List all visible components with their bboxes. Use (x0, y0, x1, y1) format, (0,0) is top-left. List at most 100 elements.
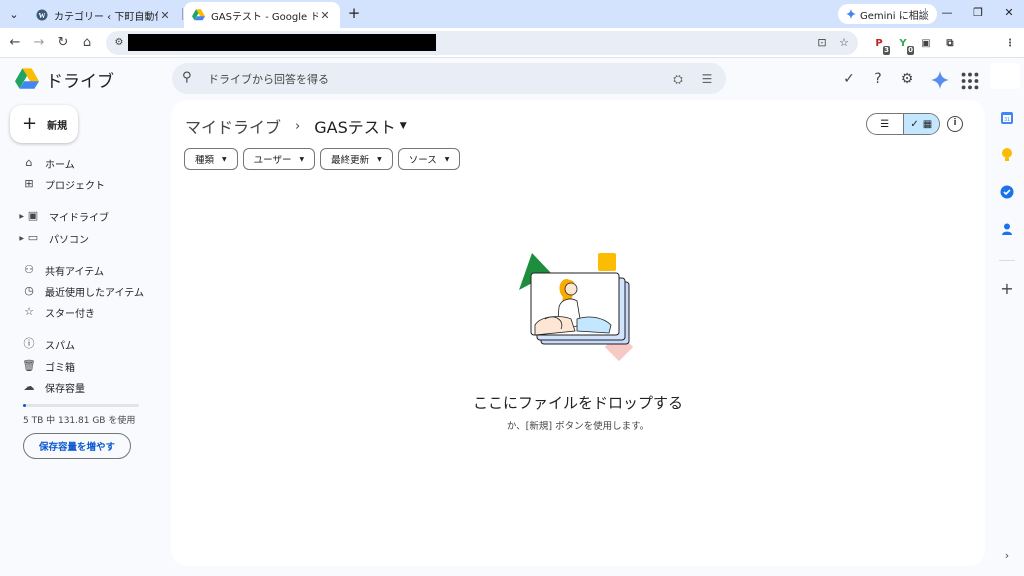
drive-logo-icon[interactable] (15, 68, 39, 90)
trash-icon: 🗑 (22, 359, 36, 372)
new-button-label: 新規 (47, 120, 68, 132)
extension-y-icon[interactable]: Y0 (895, 36, 914, 55)
gemini-sparkle-icon[interactable] (931, 71, 949, 89)
forward-icon[interactable]: → (29, 33, 49, 53)
sidebar-item-computers[interactable]: ▶ ▭ パソコン (0, 228, 168, 248)
filter-type[interactable]: 種類 ▼ (184, 148, 238, 170)
chevron-down-icon: ▼ (377, 155, 382, 163)
sidebar-item-label: パソコン (49, 234, 89, 246)
site-info-icon[interactable]: ⚙ (112, 36, 126, 50)
search-spark-icon: ⚲ (182, 70, 192, 85)
search-bar[interactable]: ⚲ ドライブから回答を得る ⛭ ☰ (172, 63, 726, 94)
list-view-button[interactable]: ☰ (867, 114, 903, 134)
filter-modified[interactable]: 最終更新 ▼ (320, 148, 393, 170)
checkmark-icon: ✓ (910, 118, 919, 130)
chevron-down-icon: ▼ (299, 155, 305, 163)
sidebar-item-my-drive[interactable]: ▶ ▣ マイドライブ (0, 206, 168, 226)
apps-grid-icon[interactable] (961, 72, 979, 90)
sidebar-item-label: スター付き (45, 308, 95, 320)
close-icon[interactable]: ✕ (318, 9, 332, 22)
breadcrumb: マイドライブ › GASテスト ▼ (185, 114, 407, 138)
wordpress-icon: W (36, 9, 48, 21)
new-button[interactable]: + 新規 (10, 105, 78, 143)
shared-icon: ⚇ (24, 263, 34, 276)
address-bar[interactable]: ⚙ ⊡ ☆ (106, 31, 858, 55)
filter-source[interactable]: ソース ▼ (397, 148, 461, 170)
spam-icon: ⓘ (23, 337, 35, 350)
help-icon[interactable]: ? (869, 70, 887, 88)
chip-label: ソース (408, 155, 437, 166)
settings-gear-icon[interactable]: ⚙ (898, 70, 916, 88)
tab-title: カテゴリー ‹ 下町自動化 — WordPress (54, 11, 158, 23)
home-icon[interactable]: ⌂ (77, 33, 97, 53)
sidebar-item-trash[interactable]: 🗑 ゴミ箱 (0, 356, 168, 376)
plus-icon: + (22, 113, 38, 134)
search-options-icon[interactable]: ⛭ (670, 71, 686, 87)
breadcrumb-root[interactable]: マイドライブ (185, 114, 281, 138)
new-tab-button[interactable]: + (344, 4, 364, 24)
contacts-icon[interactable] (999, 221, 1015, 237)
app-title[interactable]: ドライブ (46, 67, 114, 92)
browser-tab-drive[interactable]: GASテスト - Google ドライブ ✕ (184, 2, 340, 28)
chip-label: 種類 (195, 155, 215, 166)
extension-chat-icon[interactable]: ▣ (918, 36, 934, 52)
sidebar-item-shared[interactable]: ⚇ 共有アイテム (0, 260, 168, 280)
reload-icon[interactable]: ↻ (53, 33, 73, 53)
bookmark-star-icon[interactable]: ☆ (836, 35, 852, 51)
restore-button[interactable]: ❐ (967, 3, 989, 23)
offline-ready-icon[interactable]: ✓ (840, 70, 858, 88)
install-app-icon[interactable]: ⊡ (814, 35, 830, 51)
sidebar-item-projects[interactable]: ⊞ プロジェクト (0, 174, 168, 194)
sidebar-item-label: 保存容量 (45, 383, 85, 395)
get-more-storage-button[interactable]: 保存容量を増やす (23, 433, 131, 459)
tab-divider (182, 8, 183, 20)
search-input[interactable]: ドライブから回答を得る (208, 71, 329, 87)
sidebar-item-home[interactable]: ⌂ ホーム (0, 153, 168, 173)
minimize-button[interactable]: — (936, 3, 958, 23)
gemini-button[interactable]: Gemini に相談 (838, 4, 937, 24)
chevron-down-icon: ▼ (222, 155, 227, 163)
sidebar-item-recent[interactable]: ◷ 最近使用したアイテム (0, 281, 168, 301)
svg-text:31: 31 (1004, 117, 1010, 123)
filter-people[interactable]: ユーザー ▼ (242, 148, 316, 170)
filter-options-icon[interactable]: ☰ (699, 71, 715, 87)
browser-toolbar: ← → ↻ ⌂ ⚙ ⊡ ☆ P3 Y0 ▣ ⧉ ⋮ (0, 28, 1024, 58)
add-addon-icon[interactable]: + (999, 281, 1015, 297)
back-icon[interactable]: ← (5, 33, 25, 53)
sidebar-item-spam[interactable]: ⓘ スパム (0, 334, 168, 354)
side-panel-header (990, 63, 1020, 89)
list-icon: ☰ (880, 118, 890, 130)
tab-search-button[interactable]: ⌄ (4, 4, 24, 24)
computers-icon: ▭ (27, 231, 39, 244)
details-info-icon[interactable]: i (947, 116, 963, 132)
extension-p-icon[interactable]: P3 (871, 36, 890, 55)
chevron-down-icon: ▼ (399, 121, 407, 131)
chip-label: 最終更新 (331, 155, 370, 166)
browser-tab-wordpress[interactable]: W カテゴリー ‹ 下町自動化 — WordPress ✕ (28, 2, 180, 28)
view-toggle: ☰ ✓ ▦ (866, 113, 940, 135)
breadcrumb-current-folder[interactable]: GASテスト ▼ (314, 114, 406, 138)
expand-caret-icon[interactable]: ▶ (14, 235, 24, 242)
sidebar-item-label: ゴミ箱 (45, 362, 75, 374)
grid-view-button[interactable]: ✓ ▦ (902, 114, 939, 134)
keep-icon[interactable] (999, 147, 1015, 163)
empty-state-title: ここにファイルをドロップする (472, 394, 683, 412)
sidebar-item-label: 共有アイテム (45, 266, 104, 278)
sidebar-item-label: プロジェクト (45, 180, 105, 192)
chevron-right-icon: › (295, 118, 301, 134)
url-text[interactable] (128, 34, 436, 51)
sidebar-item-starred[interactable]: ☆ スター付き (0, 302, 168, 322)
expand-caret-icon[interactable]: ▶ (14, 213, 24, 220)
sidebar-item-storage[interactable]: ☁ 保存容量 (0, 377, 168, 397)
chevron-down-icon: ▼ (444, 155, 450, 163)
close-icon[interactable]: ✕ (158, 9, 172, 22)
extensions-puzzle-icon[interactable]: ⧉ (942, 36, 958, 52)
tasks-icon[interactable] (999, 184, 1015, 200)
sidebar-item-label: ホーム (45, 159, 75, 171)
chevron-right-icon[interactable]: › (999, 548, 1015, 564)
calendar-icon[interactable]: 31 (999, 110, 1015, 126)
cloud-icon: ☁ (23, 380, 35, 393)
close-window-button[interactable]: ✕ (998, 3, 1020, 23)
browser-menu-icon[interactable]: ⋮ (1002, 36, 1018, 52)
side-panel: 31 + › (990, 58, 1024, 576)
